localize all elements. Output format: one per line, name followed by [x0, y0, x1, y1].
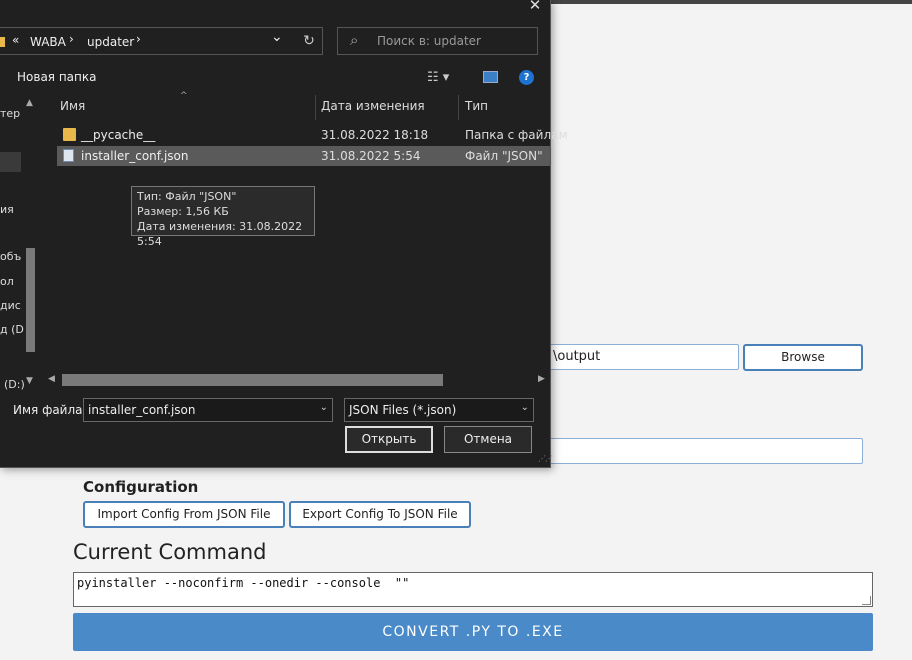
nav-item[interactable]: (D:): [4, 378, 25, 391]
file-row[interactable]: installer_conf.json 31.08.2022 5:54 Файл…: [57, 146, 550, 166]
nav-item[interactable]: тер: [0, 107, 20, 120]
open-button[interactable]: Открыть: [345, 426, 433, 453]
resize-grip-icon[interactable]: ⋰⋰: [538, 454, 553, 463]
view-options-icon[interactable]: ☷ ▾: [427, 70, 449, 85]
file-date: 31.08.2022 18:18: [321, 128, 429, 142]
breadcrumb-separator-icon[interactable]: ›: [136, 32, 141, 46]
import-config-button[interactable]: Import Config From JSON File: [83, 501, 285, 528]
breadcrumb-separator-icon[interactable]: ›: [69, 32, 74, 46]
file-row[interactable]: __pycache__ 31.08.2022 18:18 Папка с фай…: [57, 125, 568, 145]
scroll-down-icon[interactable]: ▼: [26, 376, 33, 386]
tooltip-type: Тип: Файл "JSON": [137, 190, 237, 203]
search-input[interactable]: ⌕ Поиск в: updater: [337, 27, 538, 55]
nav-scrollbar-thumb[interactable]: [26, 248, 35, 352]
file-name: __pycache__: [81, 128, 156, 142]
output-path-input[interactable]: \output: [548, 344, 739, 370]
file-type-value: JSON Files (*.json): [349, 403, 457, 417]
sort-ascending-icon: ^: [180, 91, 188, 101]
nav-item[interactable]: д (D: [0, 323, 24, 336]
filename-input[interactable]: installer_conf.json ⌄: [83, 398, 333, 422]
filename-value: installer_conf.json: [88, 403, 196, 417]
column-header-name[interactable]: Имя: [60, 99, 85, 113]
breadcrumb-overflow-icon[interactable]: «: [12, 33, 19, 47]
current-command-title: Current Command: [73, 540, 267, 564]
window-top-edge: [550, 0, 912, 4]
refresh-icon[interactable]: ↻: [296, 27, 322, 55]
breadcrumb-updater[interactable]: updater: [87, 35, 134, 49]
search-placeholder: Поиск в: updater: [377, 34, 481, 48]
nav-item[interactable]: объ: [0, 250, 21, 263]
file-date: 31.08.2022 5:54: [321, 149, 421, 163]
configuration-title: Configuration: [83, 478, 199, 496]
file-type-select[interactable]: JSON Files (*.json) ⌄: [344, 398, 534, 422]
command-textarea[interactable]: pyinstaller --noconfirm --onedir --conso…: [73, 572, 873, 607]
scroll-right-icon[interactable]: ▶: [538, 374, 545, 384]
new-folder-button[interactable]: Новая папка: [17, 70, 96, 84]
export-config-button[interactable]: Export Config To JSON File: [289, 501, 471, 528]
json-file-icon: [63, 149, 74, 162]
column-divider[interactable]: [458, 95, 459, 120]
file-type: Файл "JSON": [465, 149, 543, 163]
breadcrumb-waba[interactable]: WABA: [30, 35, 66, 49]
search-icon: ⌕: [350, 31, 359, 49]
folder-icon: [0, 37, 5, 47]
scroll-left-icon[interactable]: ◀: [48, 374, 55, 384]
column-header-type[interactable]: Тип: [465, 99, 488, 113]
folder-icon: [63, 128, 76, 141]
scroll-up-icon[interactable]: ▲: [26, 98, 33, 108]
file-type: Папка с файлам: [465, 128, 568, 142]
nav-item[interactable]: ол: [0, 275, 14, 288]
nav-item[interactable]: ия: [0, 203, 14, 216]
horizontal-scrollbar-thumb[interactable]: [62, 374, 443, 386]
browse-button[interactable]: Browse: [743, 344, 863, 371]
chevron-down-icon[interactable]: ⌄: [320, 402, 328, 413]
cancel-button[interactable]: Отмена: [444, 426, 532, 453]
tooltip-size: Размер: 1,56 КБ: [137, 205, 229, 218]
file-name: installer_conf.json: [81, 149, 189, 163]
filename-label: Имя файла:: [13, 403, 87, 417]
column-header-date[interactable]: Дата изменения: [321, 99, 425, 113]
chevron-down-icon[interactable]: ⌄: [271, 29, 283, 45]
text-input[interactable]: [548, 438, 863, 464]
tooltip-modified: Дата изменения: 31.08.2022 5:54: [137, 220, 303, 248]
column-divider[interactable]: [315, 95, 316, 120]
nav-item[interactable]: дис: [0, 299, 21, 312]
close-icon[interactable]: ✕: [522, 0, 548, 16]
chevron-down-icon[interactable]: ⌄: [521, 402, 529, 413]
nav-selected-highlight: [0, 152, 21, 172]
command-text: pyinstaller --noconfirm --onedir --conso…: [77, 576, 410, 590]
open-file-dialog: ✕ « WABA › updater › ⌄ ↻ ⌕ Поиск в: upda…: [0, 0, 568, 468]
convert-button[interactable]: CONVERT .PY TO .EXE: [73, 613, 873, 651]
file-tooltip: Тип: Файл "JSON" Размер: 1,56 КБ Дата из…: [131, 186, 315, 248]
help-icon[interactable]: ?: [519, 70, 534, 85]
address-bar[interactable]: « WABA › updater › ⌄: [0, 27, 323, 55]
preview-pane-icon[interactable]: [483, 71, 498, 83]
resize-handle[interactable]: [862, 596, 871, 605]
